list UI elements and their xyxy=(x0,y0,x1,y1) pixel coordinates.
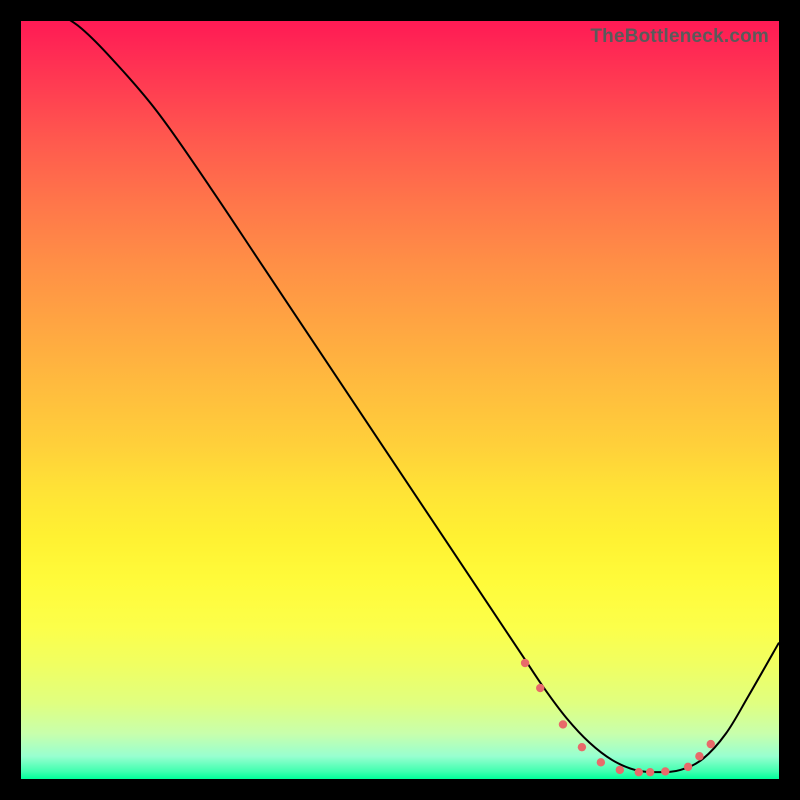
marker-dot xyxy=(597,758,605,766)
marker-dot xyxy=(559,720,567,728)
marker-dot xyxy=(695,752,703,760)
marker-dot xyxy=(646,768,654,776)
plot-area: TheBottleneck.com xyxy=(21,21,779,779)
marker-dot xyxy=(521,659,529,667)
marker-dot xyxy=(684,763,692,771)
marker-dot xyxy=(635,768,643,776)
marker-dot xyxy=(707,740,715,748)
marker-dot xyxy=(661,767,669,775)
marker-dot xyxy=(536,684,544,692)
chart-svg xyxy=(21,21,779,779)
marker-dot xyxy=(616,766,624,774)
marker-dot xyxy=(578,743,586,751)
marker-group xyxy=(521,659,715,777)
main-curve xyxy=(59,13,779,772)
